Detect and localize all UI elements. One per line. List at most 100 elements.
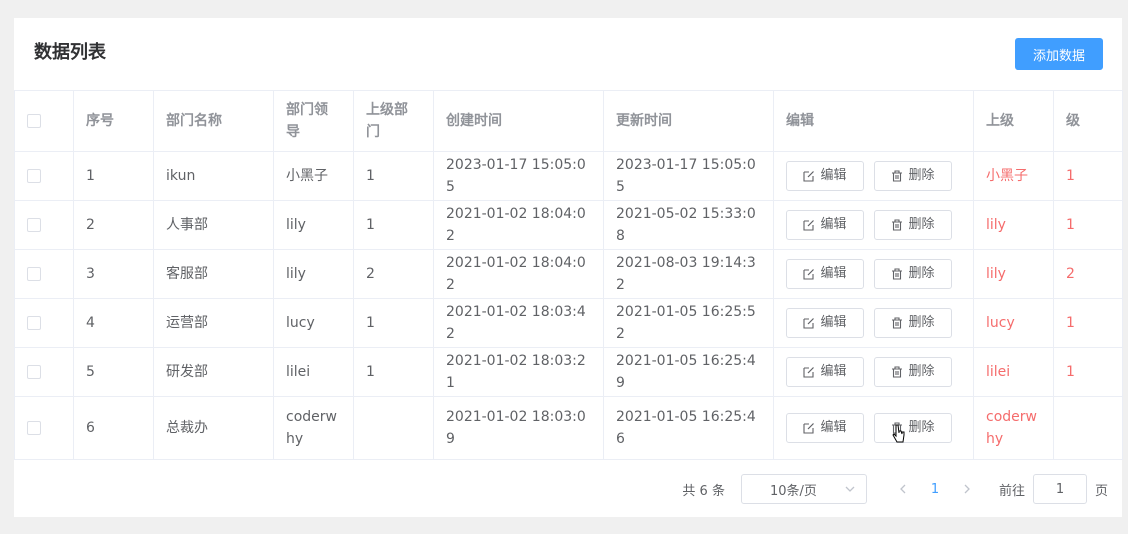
cell-index: 1 [73, 151, 154, 201]
cell-level: 2 [1053, 249, 1123, 299]
cell-dept-leader: coderwhy [273, 396, 354, 460]
edit-icon [803, 318, 815, 329]
table-row: 1 ikun 小黑子 1 2023-01-17 15:05:05 2023-01-17 1… [14, 151, 1123, 201]
edit-button[interactable]: 编辑 [786, 259, 864, 289]
header-parent-dept: 上级部门 [353, 90, 434, 152]
table-row: 5 研发部 lilei 1 2021-01-02 18:03:21 2021-01-05 … [14, 347, 1123, 397]
delete-button-label: 删除 [908, 266, 935, 281]
chevron-down-icon [845, 486, 855, 492]
cell-dept-name: 研发部 [153, 347, 274, 397]
cell-dept-name: ikun [153, 151, 274, 201]
cell-dept-leader: lily [273, 249, 354, 299]
row-select-cell[interactable] [14, 249, 74, 299]
edit-icon [803, 269, 815, 280]
trash-icon [892, 170, 903, 182]
cell-actions: 编辑 删除 [773, 249, 974, 299]
edit-button-label: 编辑 [820, 168, 847, 183]
edit-button-label: 编辑 [820, 266, 847, 281]
cell-updated-at: 2021-05-02 15:33:08 [603, 200, 774, 250]
trash-icon [892, 422, 903, 434]
edit-icon [803, 367, 815, 378]
delete-button[interactable]: 删除 [874, 161, 952, 191]
header-updated-at: 更新时间 [603, 90, 774, 152]
row-select-cell[interactable] [14, 200, 74, 250]
pagination: 共 6 条 10条/页 1 前往 页 [14, 473, 1122, 505]
cell-dept-name: 人事部 [153, 200, 274, 250]
row-checkbox[interactable] [27, 218, 41, 232]
department-table: 序号 部门名称 部门领导 上级部门 创建时间 更新时间 编辑 上级 级 1 iku… [14, 90, 1123, 460]
cell-actions: 编辑 删除 [773, 347, 974, 397]
prev-page-button[interactable] [887, 482, 919, 497]
cell-superior: lucy [973, 298, 1054, 348]
cell-created-at: 2023-01-17 15:05:05 [433, 151, 604, 201]
cell-index: 4 [73, 298, 154, 348]
header-created-at: 创建时间 [433, 90, 604, 152]
delete-button[interactable]: 删除 [874, 259, 952, 289]
cell-index: 2 [73, 200, 154, 250]
page-size-select[interactable]: 10条/页 [740, 474, 867, 504]
next-page-button[interactable] [951, 482, 983, 497]
edit-button-label: 编辑 [820, 364, 847, 379]
cell-parent-dept: 1 [353, 347, 434, 397]
cell-index: 5 [73, 347, 154, 397]
cell-actions: 编辑 删除 [773, 151, 974, 201]
select-all-checkbox[interactable] [27, 114, 41, 128]
header-edit: 编辑 [773, 90, 974, 152]
cell-level: 1 [1053, 298, 1123, 348]
cell-parent-dept: 2 [353, 249, 434, 299]
cell-updated-at: 2021-01-05 16:25:46 [603, 396, 774, 460]
edit-button[interactable]: 编辑 [786, 161, 864, 191]
cell-level: 1 [1053, 200, 1123, 250]
total-count: 共 6 条 [682, 483, 725, 499]
delete-button-label: 删除 [908, 315, 935, 330]
cell-index: 6 [73, 396, 154, 460]
header-level: 级 [1053, 90, 1123, 152]
trash-icon [892, 219, 903, 231]
row-select-cell[interactable] [14, 151, 74, 201]
edit-button[interactable]: 编辑 [786, 413, 864, 443]
table-row: 6 总裁办 coderwhy 2021-01-02 18:03:09 2021-01-0… [14, 396, 1123, 460]
row-checkbox[interactable] [27, 169, 41, 183]
page-number-1[interactable]: 1 [919, 482, 951, 497]
cell-created-at: 2021-01-02 18:03:42 [433, 298, 604, 348]
select-all-header[interactable] [14, 90, 74, 152]
delete-button[interactable]: 删除 [874, 413, 952, 443]
cell-created-at: 2021-01-02 18:04:02 [433, 200, 604, 250]
cell-parent-dept: 1 [353, 200, 434, 250]
delete-button[interactable]: 删除 [874, 357, 952, 387]
cell-dept-leader: 小黑子 [273, 151, 354, 201]
trash-icon [892, 366, 903, 378]
row-select-cell[interactable] [14, 298, 74, 348]
goto-page-input[interactable] [1032, 474, 1087, 504]
row-select-cell[interactable] [14, 396, 74, 460]
row-checkbox[interactable] [27, 365, 41, 379]
edit-button-label: 编辑 [820, 315, 847, 330]
delete-button[interactable]: 删除 [874, 308, 952, 338]
table-row: 3 客服部 lily 2 2021-01-02 18:04:02 2021-08-03 1… [14, 249, 1123, 299]
row-select-cell[interactable] [14, 347, 74, 397]
cell-level [1053, 396, 1123, 460]
edit-button-label: 编辑 [820, 420, 847, 435]
cell-dept-leader: lilei [273, 347, 354, 397]
delete-button[interactable]: 删除 [874, 210, 952, 240]
cell-parent-dept: 1 [353, 298, 434, 348]
cell-superior: lily [973, 249, 1054, 299]
edit-icon [803, 220, 815, 231]
edit-icon [803, 171, 815, 182]
page-title: 数据列表 [34, 42, 106, 63]
row-checkbox[interactable] [27, 267, 41, 281]
row-checkbox[interactable] [27, 316, 41, 330]
header-dept-name: 部门名称 [153, 90, 274, 152]
delete-button-label: 删除 [908, 217, 935, 232]
cell-created-at: 2021-01-02 18:04:02 [433, 249, 604, 299]
row-checkbox[interactable] [27, 421, 41, 435]
cell-actions: 编辑 删除 [773, 298, 974, 348]
cell-superior: lilei [973, 347, 1054, 397]
cell-dept-name: 总裁办 [153, 396, 274, 460]
edit-button[interactable]: 编辑 [786, 357, 864, 387]
edit-button[interactable]: 编辑 [786, 210, 864, 240]
cell-updated-at: 2021-01-05 16:25:52 [603, 298, 774, 348]
edit-button[interactable]: 编辑 [786, 308, 864, 338]
cell-level: 1 [1053, 151, 1123, 201]
add-data-button[interactable]: 添加数据 [1015, 38, 1103, 70]
